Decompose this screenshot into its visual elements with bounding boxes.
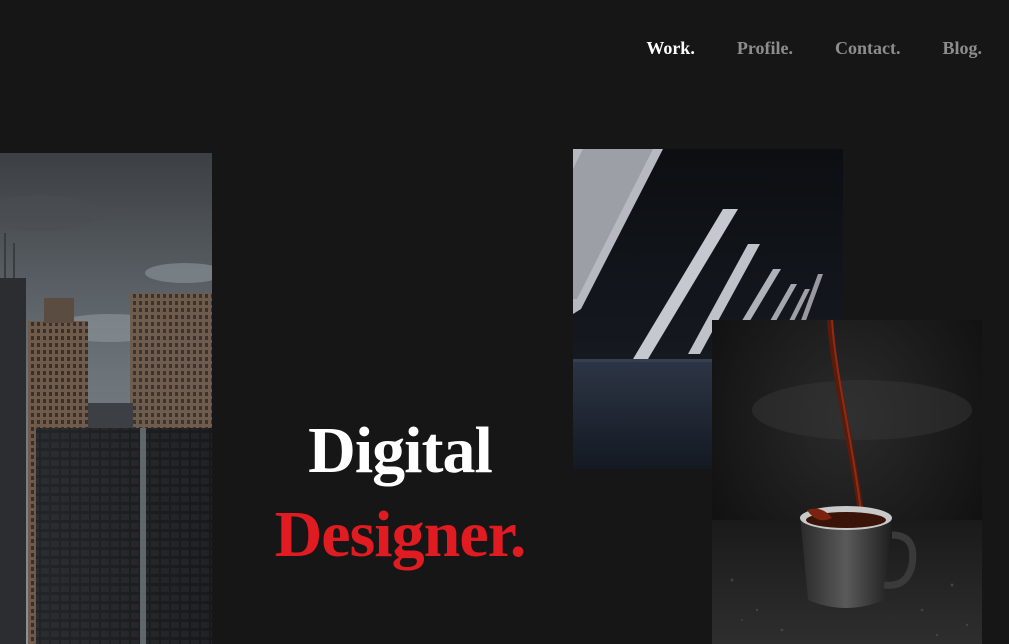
nav-link-profile[interactable]: Profile. xyxy=(737,38,793,59)
city-skyline-image[interactable] xyxy=(0,153,212,644)
nav-link-work[interactable]: Work. xyxy=(646,38,695,59)
hero-title: Digital Designer. xyxy=(255,418,545,568)
nav-link-contact[interactable]: Contact. xyxy=(835,38,901,59)
main-nav: Work. Profile. Contact. Blog. xyxy=(646,38,982,59)
nav-link-blog[interactable]: Blog. xyxy=(942,38,982,59)
hero-title-line1: Digital xyxy=(308,414,493,487)
hero-title-line2: Designer. xyxy=(274,498,527,571)
coffee-cup-image[interactable] xyxy=(712,320,982,644)
